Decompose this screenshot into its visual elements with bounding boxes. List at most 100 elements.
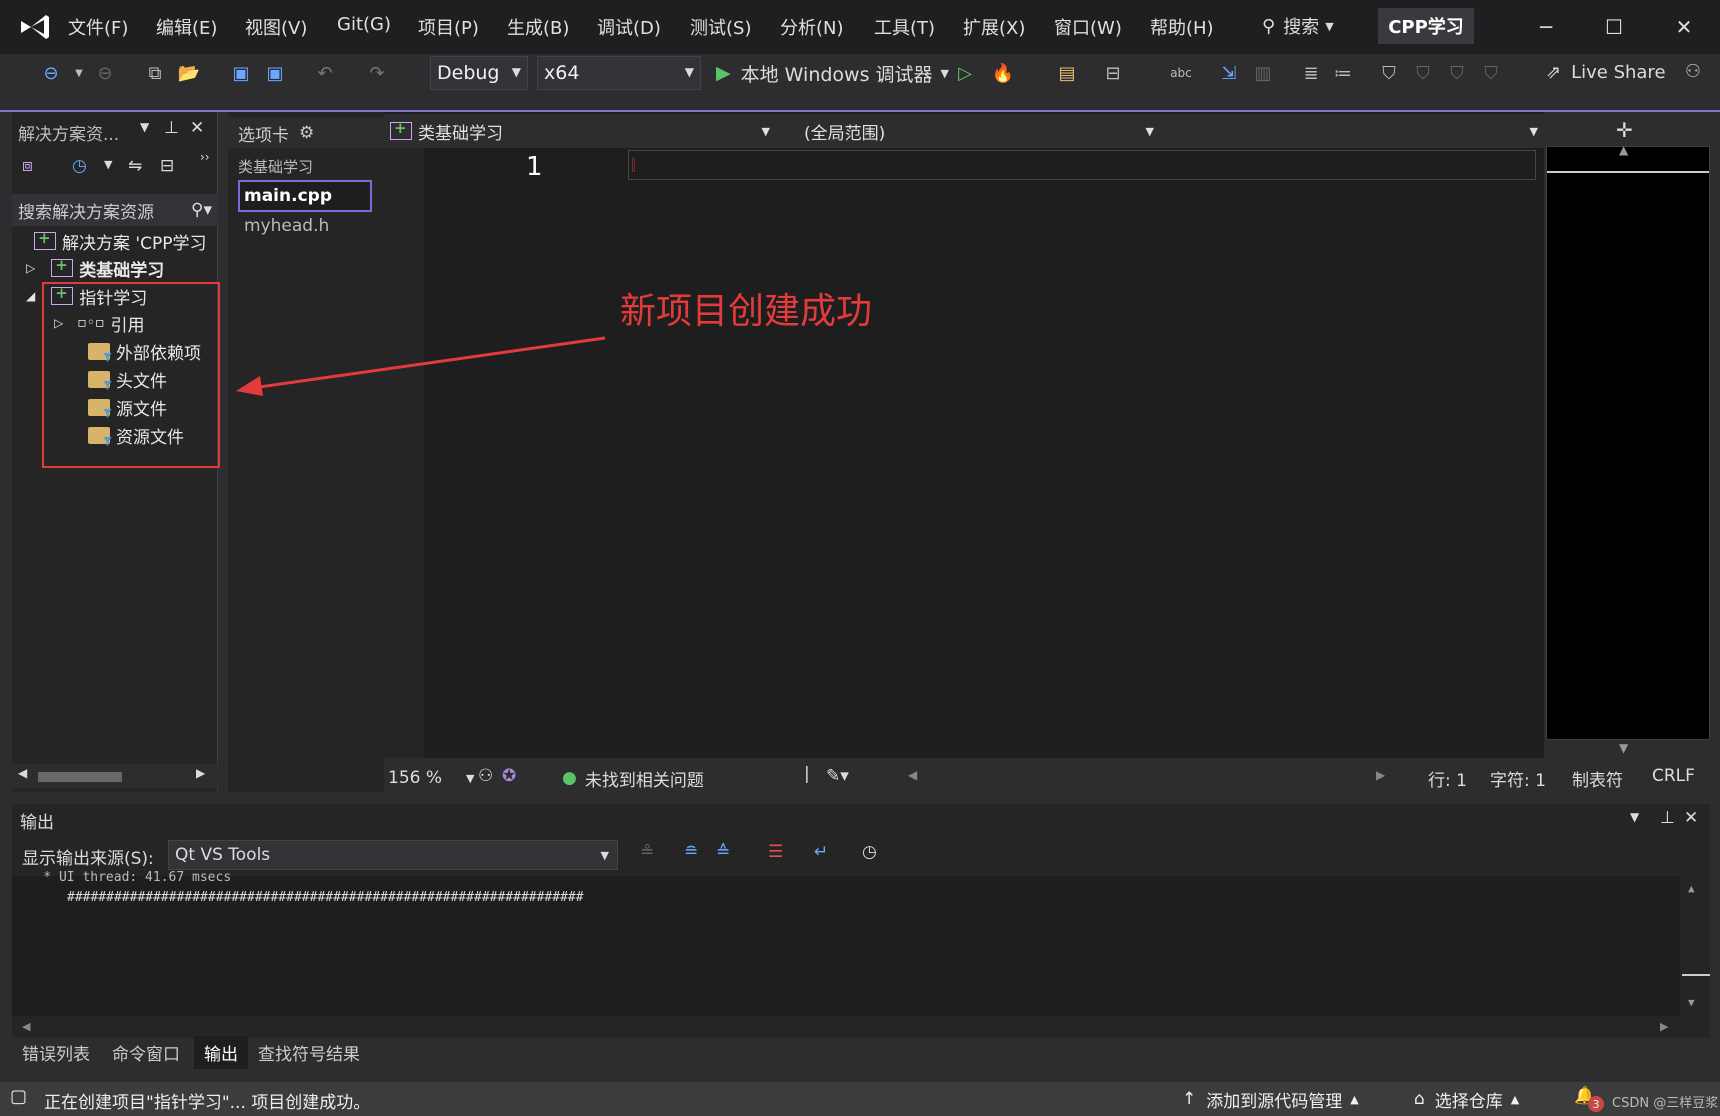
menu-help[interactable]: 帮助(H)	[1150, 14, 1214, 40]
output-source-select[interactable]: Qt VS Tools ▼	[168, 840, 618, 870]
tab-main-cpp[interactable]: main.cpp	[238, 180, 372, 212]
indent-icon[interactable]: ≣	[1298, 60, 1324, 86]
step-over-icon[interactable]: ▥	[1250, 60, 1276, 86]
bookmark-icon[interactable]: ⛉	[1376, 60, 1402, 86]
copilot-icon[interactable]: ⚇	[478, 766, 493, 786]
scroll-right-icon[interactable]: ▶	[1376, 768, 1385, 782]
tab-command-window[interactable]: 命令窗口	[112, 1040, 180, 1065]
timestamp-icon[interactable]: ◷	[862, 842, 877, 862]
undo-icon[interactable]: ↶	[312, 60, 338, 86]
solution-search-input[interactable]: 搜索解决方案资源 ⚲▾	[12, 194, 218, 226]
scroll-thumb[interactable]	[1682, 974, 1710, 976]
more-icon[interactable]: ››	[200, 150, 210, 164]
issues-indicator[interactable]: ● 未找到相关问题	[562, 766, 704, 791]
horizontal-scrollbar[interactable]: ◀ ▶	[12, 764, 218, 788]
prev-bookmark-icon[interactable]: ⛉	[1410, 60, 1436, 86]
back-dropdown-icon[interactable]: ▼	[66, 60, 92, 86]
menu-debug[interactable]: 调试(D)	[597, 14, 661, 40]
pane-menu-icon[interactable]: ▼	[140, 120, 149, 134]
step-into-icon[interactable]: ⇲	[1216, 60, 1242, 86]
scroll-thumb[interactable]	[38, 772, 122, 782]
configuration-select[interactable]: Debug ▼	[430, 56, 528, 90]
pane-menu-icon[interactable]: ▼	[1630, 810, 1639, 824]
nav-project-select[interactable]: 类基础学习 ▼	[390, 118, 770, 144]
scroll-down-icon[interactable]: ▼	[1688, 996, 1695, 1009]
tab-find-symbol[interactable]: 查找符号结果	[258, 1040, 360, 1065]
menu-tools[interactable]: 工具(T)	[874, 14, 935, 40]
solution-home-icon[interactable]: ⧈	[22, 156, 33, 176]
menu-window[interactable]: 窗口(W)	[1054, 14, 1122, 40]
zoom-select[interactable]: 156 % ▼	[388, 766, 474, 790]
close-icon[interactable]: ✕	[1684, 808, 1698, 828]
menu-edit[interactable]: 编辑(E)	[156, 14, 217, 40]
save-all-icon[interactable]: ▣	[262, 60, 288, 86]
select-repository-button[interactable]: ⌂ 选择仓库 ▲	[1414, 1086, 1519, 1112]
menu-analyze[interactable]: 分析(N)	[780, 14, 844, 40]
live-share-button[interactable]: ⇗ Live Share	[1546, 58, 1666, 86]
scroll-left-icon[interactable]: ◀	[908, 768, 917, 782]
close-icon[interactable]: ✕	[190, 118, 204, 138]
start-debugger-button[interactable]: ▶ 本地 Windows 调试器 ▼	[716, 60, 949, 86]
layout-icon[interactable]: ⊟	[1100, 60, 1126, 86]
new-project-icon[interactable]: ⧉	[142, 60, 168, 86]
menu-view[interactable]: 视图(V)	[245, 14, 307, 40]
nav-scope-select[interactable]: (全局范围) ▼	[804, 118, 1154, 144]
tab-myhead-h[interactable]: myhead.h	[244, 216, 329, 236]
next-message-icon[interactable]: ≙	[716, 842, 730, 862]
scroll-up-icon[interactable]: ▲	[1688, 882, 1695, 895]
spellcheck-icon[interactable]: abc	[1168, 60, 1194, 86]
open-folder-icon[interactable]: 📂	[176, 60, 202, 86]
solution-folder-icon[interactable]: ▤	[1054, 60, 1080, 86]
start-without-debug-icon[interactable]: ▷	[952, 60, 978, 86]
menu-test[interactable]: 测试(S)	[690, 14, 751, 40]
prev-message-icon[interactable]: ≘	[684, 842, 698, 862]
tree-solution[interactable]: 解决方案 'CPP学习	[34, 228, 206, 254]
gear-icon[interactable]: ⚙	[299, 123, 314, 143]
clear-bookmark-icon[interactable]: ⛉	[1478, 60, 1504, 86]
column-indicator[interactable]: 字符: 1	[1490, 766, 1546, 791]
account-icon[interactable]: ⚇	[1680, 58, 1706, 84]
minimap-scrollbar[interactable]: ▲ ▼	[1546, 143, 1710, 755]
platform-select[interactable]: x64 ▼	[537, 56, 701, 90]
scroll-right-icon[interactable]: ▶	[1660, 1020, 1668, 1033]
history-icon[interactable]: ◷	[72, 156, 87, 176]
tab-output[interactable]: 输出	[194, 1036, 248, 1069]
menu-extensions[interactable]: 扩展(X)	[963, 14, 1025, 40]
maximize-button[interactable]: ☐	[1594, 10, 1634, 44]
tab-error-list[interactable]: 错误列表	[22, 1040, 90, 1065]
menu-build[interactable]: 生成(B)	[507, 14, 569, 40]
chevron-down-icon[interactable]: ▼	[104, 158, 112, 171]
menu-file[interactable]: 文件(F)	[68, 14, 128, 40]
scroll-up-icon[interactable]: ▲	[1619, 143, 1628, 157]
pin-icon[interactable]: ⊥	[1660, 808, 1675, 828]
pin-icon[interactable]: ⊥	[164, 118, 179, 138]
scroll-down-icon[interactable]: ▼	[1619, 741, 1628, 755]
search-box[interactable]: ⚲ 搜索 ▼	[1262, 10, 1334, 42]
clear-all-icon[interactable]: ☰	[768, 842, 783, 862]
scroll-left-icon[interactable]: ◀	[22, 1020, 30, 1033]
scroll-left-icon[interactable]: ◀	[18, 766, 27, 780]
menu-project[interactable]: 项目(P)	[418, 14, 479, 40]
nav-member-select[interactable]: ▼	[1164, 118, 1544, 144]
tree-project-class-basics[interactable]: ▷ 类基础学习	[26, 255, 164, 281]
redo-icon[interactable]: ↷	[364, 60, 390, 86]
menu-git[interactable]: Git(G)	[337, 14, 391, 35]
word-wrap-icon[interactable]: ↵	[814, 842, 828, 862]
collapse-all-icon[interactable]: ⊟	[160, 156, 174, 176]
code-editor[interactable]: 1	[384, 112, 1544, 758]
output-text-area[interactable]: * UI thread: 41.67 msecs ###############…	[12, 870, 1710, 1016]
tabs-indicator[interactable]: 制表符	[1572, 766, 1623, 791]
next-bookmark-icon[interactable]: ⛉	[1444, 60, 1470, 86]
intellicode-icon[interactable]: ✪	[502, 766, 516, 786]
add-to-source-control-button[interactable]: ↑ 添加到源代码管理 ▲	[1182, 1086, 1359, 1112]
visual-studio-logo-icon[interactable]	[18, 12, 52, 42]
back-icon[interactable]: ⊖	[38, 60, 64, 86]
forward-icon[interactable]: ⊖	[92, 60, 118, 86]
eol-indicator[interactable]: CRLF	[1652, 766, 1695, 786]
sync-icon[interactable]: ⇋	[128, 156, 142, 176]
find-message-icon[interactable]: ≗	[640, 842, 654, 862]
split-editor-icon[interactable]: ✛	[1616, 118, 1633, 142]
code-cleanup-icon[interactable]: ✎▾	[826, 766, 849, 786]
scroll-right-icon[interactable]: ▶	[196, 766, 205, 780]
outdent-icon[interactable]: ≔	[1330, 60, 1356, 86]
